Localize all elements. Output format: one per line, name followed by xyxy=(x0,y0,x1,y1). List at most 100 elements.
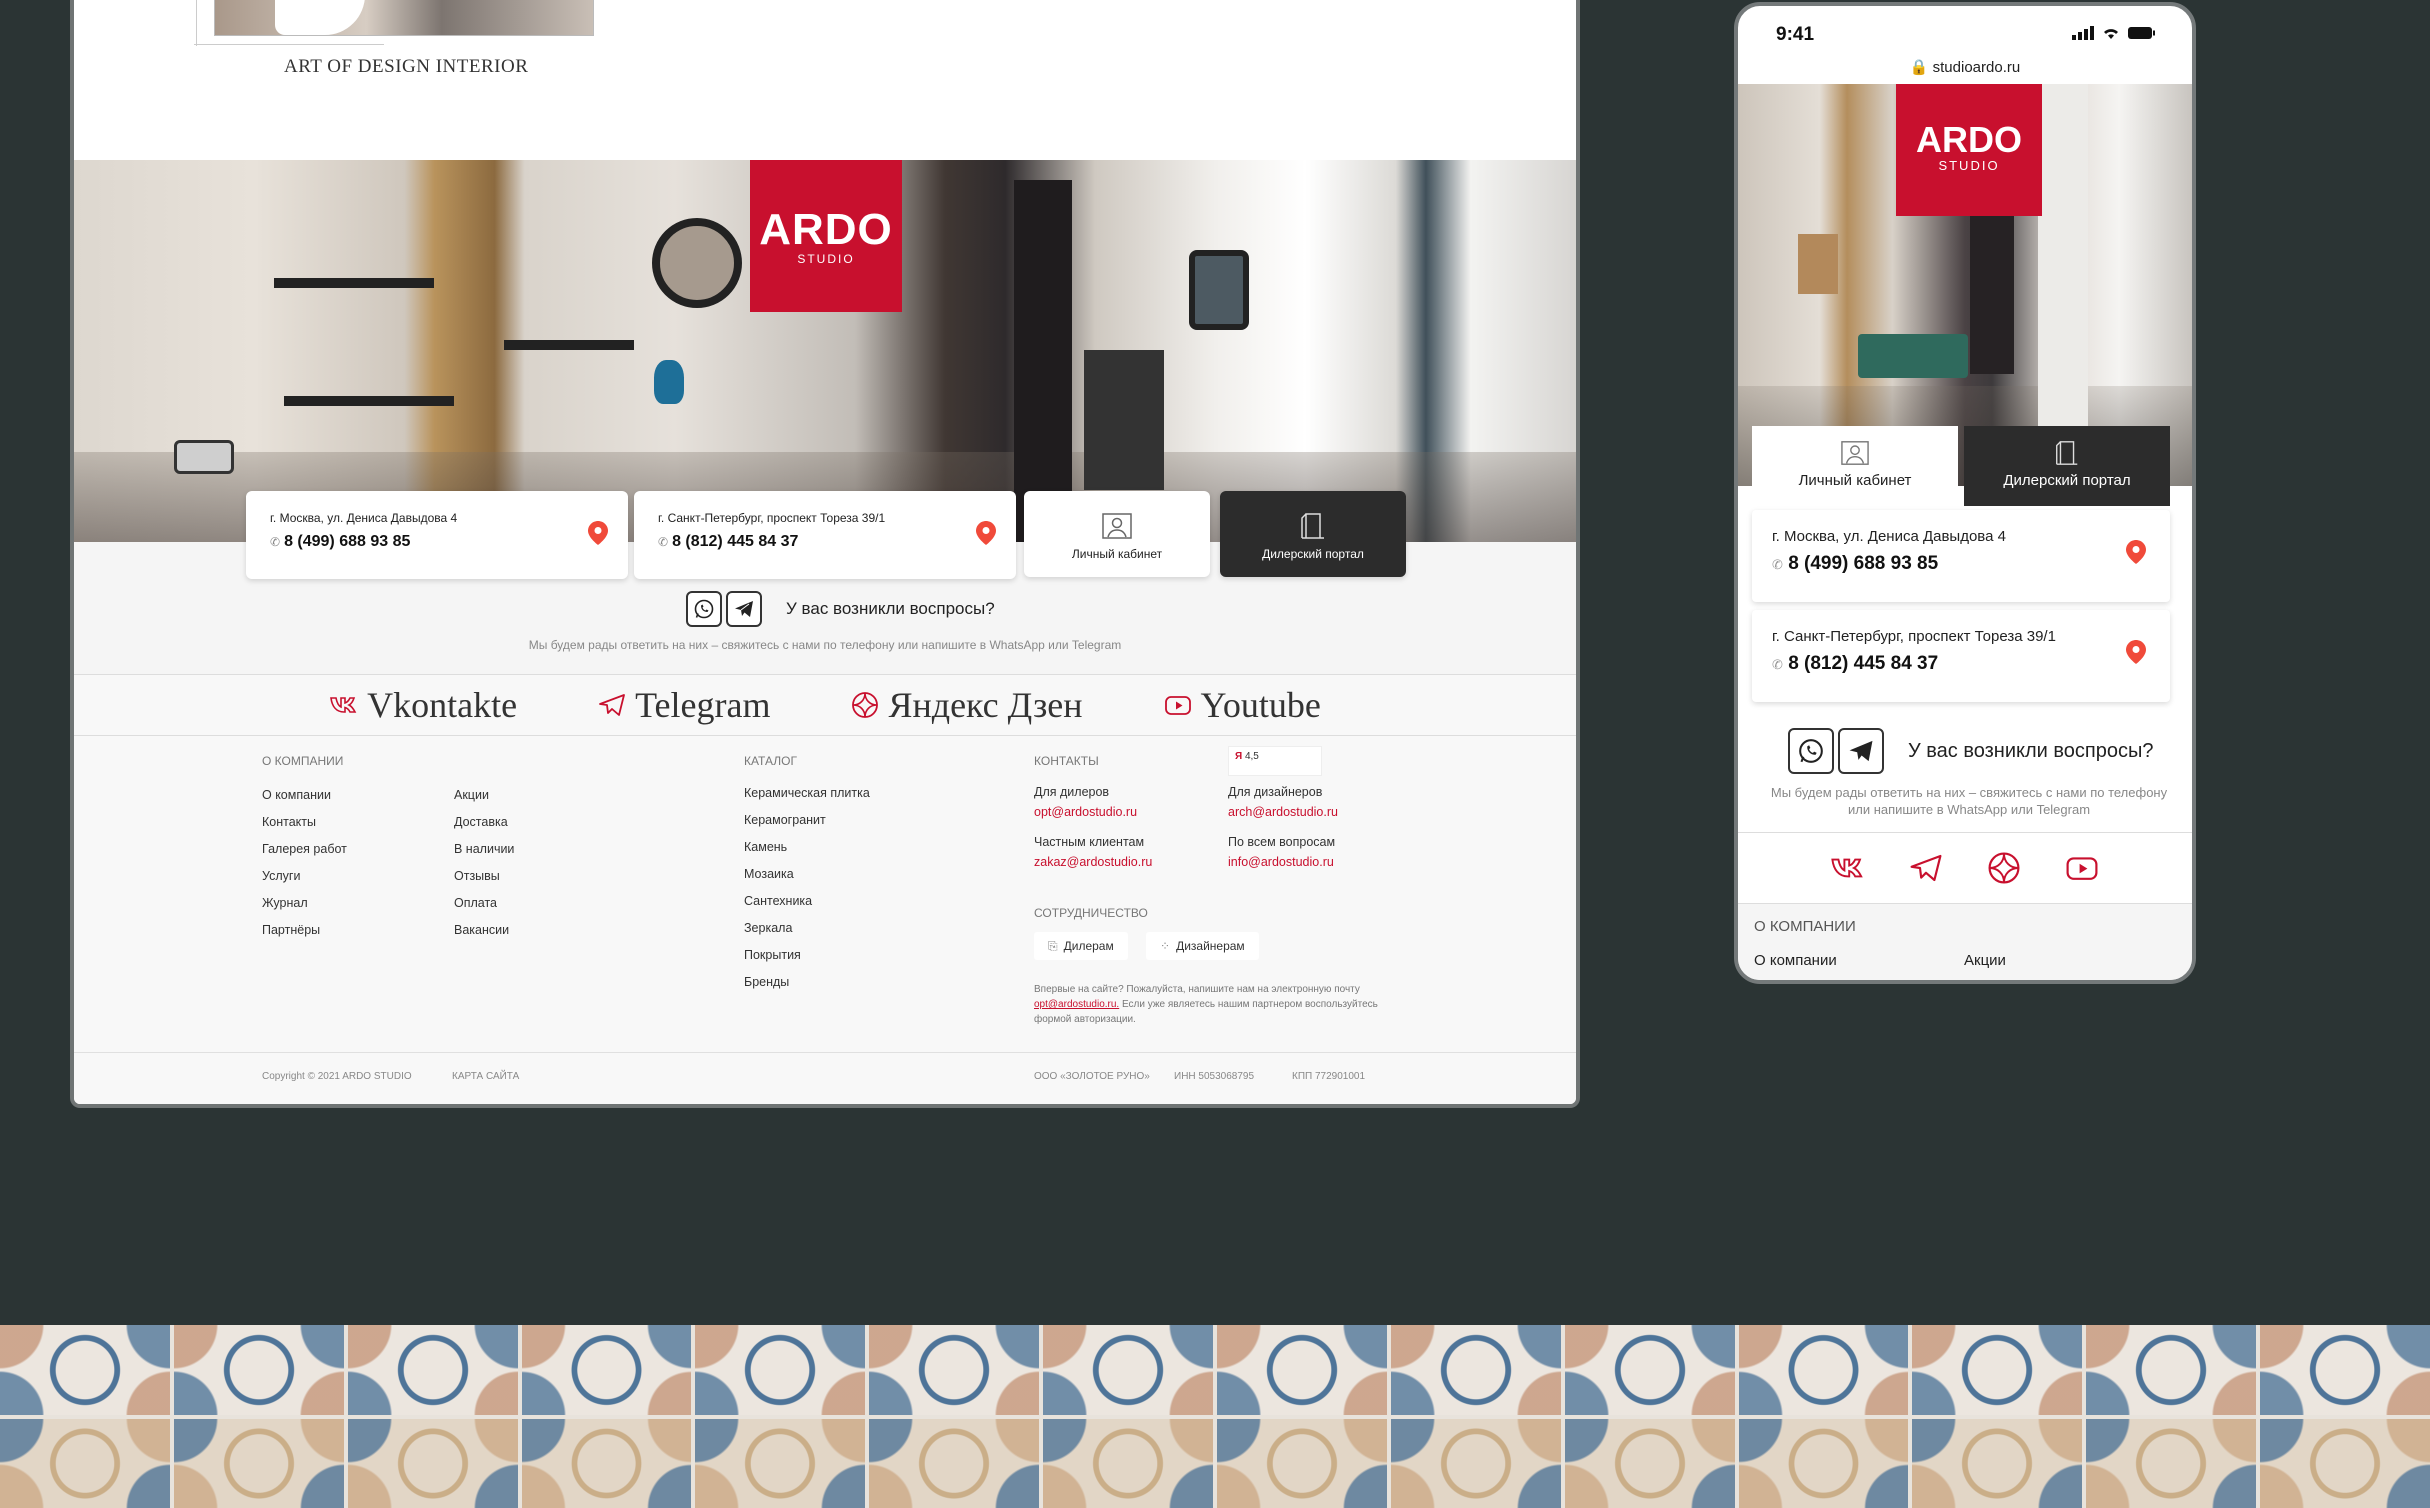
whatsapp-button[interactable] xyxy=(1788,728,1834,774)
partner-note: Впервые на сайте? Пожалуйста, напишите н… xyxy=(1034,984,1378,1025)
dealers-email[interactable]: opt@ardostudio.ru xyxy=(1034,802,1137,822)
telegram-button[interactable] xyxy=(726,591,762,627)
zen-icon xyxy=(852,692,879,718)
footer-link[interactable]: Галерея работ xyxy=(262,836,347,863)
address-bar[interactable]: 🔒 studioardo.ru xyxy=(1738,58,2192,76)
footer-link[interactable]: Оплата xyxy=(454,890,514,917)
whatsapp-icon xyxy=(1799,739,1823,763)
footer-link[interactable]: Керамогранит xyxy=(744,807,870,834)
dealer-portal-button[interactable]: Дилерский портал xyxy=(1220,491,1406,577)
ardo-logo[interactable]: ARDO STUDIO xyxy=(750,160,902,312)
telegram-button[interactable] xyxy=(1838,728,1884,774)
footer-bottom: Copyright © 2021 ARDO STUDIO КАРТА САЙТА… xyxy=(74,1052,1576,1104)
dealer-portal-label: Дилерский портал xyxy=(1262,547,1364,561)
moscow-contact-card: г. Москва, ул. Дениса Давыдова 4 ✆ 8 (499… xyxy=(246,491,628,579)
footer-link[interactable]: Доставка xyxy=(454,809,514,836)
question-title: У вас возникли воспросы? xyxy=(786,599,995,618)
moscow-contact-card: г. Москва, ул. Дениса Давыдова 4 ✆ 8 (49… xyxy=(1752,510,2170,602)
phone-icon: ✆ xyxy=(1772,657,1783,672)
wifi-icon xyxy=(2104,29,2118,39)
footer-link[interactable]: О компании xyxy=(1754,952,1837,969)
spb-phone[interactable]: 8 (812) 445 84 37 xyxy=(672,533,798,550)
mobile-social-links xyxy=(1738,832,2192,904)
phone-icon: ✆ xyxy=(658,535,669,549)
phone-icon: ✆ xyxy=(270,535,281,549)
footer-catalog-title: КАТАЛОГ xyxy=(744,754,797,768)
whatsapp-icon xyxy=(694,599,714,619)
telegram-icon xyxy=(599,694,625,716)
map-pin-icon[interactable] xyxy=(976,521,996,545)
footer-link[interactable]: Покрытия xyxy=(744,942,870,969)
private-email[interactable]: zakaz@ardostudio.ru xyxy=(1034,852,1152,872)
status-bar: 9:41 xyxy=(1738,6,2192,58)
map-pin-icon[interactable] xyxy=(588,521,608,545)
footer-company-title: О КОМПАНИИ xyxy=(262,754,344,768)
footer-link[interactable]: Вакансии xyxy=(454,917,514,944)
sitemap-link[interactable]: КАРТА САЙТА xyxy=(452,1071,519,1082)
footer-company-title: О КОМПАНИИ xyxy=(1754,918,1856,935)
vk-icon xyxy=(330,697,357,713)
footer-link[interactable]: Партнёры xyxy=(262,917,347,944)
youtube-icon[interactable] xyxy=(2064,850,2100,886)
personal-cabinet-button[interactable]: Личный кабинет xyxy=(1024,491,1210,577)
whatsapp-button[interactable] xyxy=(686,591,722,627)
question-block: У вас возникли воспросы? xyxy=(686,590,995,628)
map-pin-icon[interactable] xyxy=(2126,540,2146,564)
kpp: КПП 772901001 xyxy=(1292,1071,1366,1082)
footer-company-links-1: О компании Контакты Галерея работ Услуги… xyxy=(262,782,347,944)
moscow-phone[interactable]: 8 (499) 688 93 85 xyxy=(284,533,410,550)
footer-link[interactable]: Журнал xyxy=(262,890,347,917)
user-icon xyxy=(1841,441,1869,465)
partner-email[interactable]: opt@ardostudio.ru. xyxy=(1034,999,1119,1010)
footer-link[interactable]: Сантехника xyxy=(744,888,870,915)
ardo-logo[interactable]: ARDO STUDIO xyxy=(1896,84,2042,216)
footer-link[interactable]: Услуги xyxy=(262,863,347,890)
user-icon xyxy=(1102,513,1132,539)
battery-icon xyxy=(2128,27,2155,39)
map-pin-icon[interactable] xyxy=(2126,640,2146,664)
dealer-portal-button[interactable]: Дилерский портал xyxy=(1964,426,2170,506)
copyright: Copyright © 2021 ARDO STUDIO xyxy=(262,1071,412,1082)
footer-link[interactable]: Керамическая плитка xyxy=(744,780,870,807)
youtube-icon xyxy=(1164,696,1191,715)
footer-dealers: Для дилеров opt@ardostudio.ru xyxy=(1034,782,1137,822)
moscow-phone[interactable]: 8 (499) 688 93 85 xyxy=(1788,553,1938,574)
spb-contact-card: г. Санкт-Петербург, проспект Тореза 39/1… xyxy=(634,491,1016,579)
spb-phone[interactable]: 8 (812) 445 84 37 xyxy=(1788,653,1938,674)
telegram-icon[interactable] xyxy=(1908,850,1944,886)
footer: О КОМПАНИИ О компании Контакты Галерея р… xyxy=(74,736,1576,1054)
footer-link[interactable]: В наличии xyxy=(454,836,514,863)
coop-dealers-button[interactable]: ⎘ Дилерам xyxy=(1034,932,1128,960)
personal-cabinet-label: Личный кабинет xyxy=(1071,547,1163,561)
question-title: У вас возникли воспросы? xyxy=(1908,739,2154,762)
zen-icon[interactable] xyxy=(1986,850,2022,886)
yandex-rating-badge[interactable]: Я 4,5 xyxy=(1228,746,1322,776)
footer-link[interactable]: Бренды xyxy=(744,969,870,996)
footer-link[interactable]: Отзывы xyxy=(454,863,514,890)
footer-link[interactable]: Мозаика xyxy=(744,861,870,888)
social-vkontakte[interactable]: Vkontakte xyxy=(329,684,517,726)
footer-coop-title: СОТРУДНИЧЕСТВО xyxy=(1034,906,1148,920)
telegram-icon xyxy=(1849,740,1873,762)
question-subtitle: Мы будем рады ответить на них – свяжитес… xyxy=(1770,785,2168,817)
footer-link[interactable]: Камень xyxy=(744,834,870,861)
footer-link[interactable]: Акции xyxy=(454,782,514,809)
coop-designers-button[interactable]: ⁘ Дизайнерам xyxy=(1146,932,1259,960)
social-telegram[interactable]: Telegram xyxy=(597,684,770,726)
info-email[interactable]: info@ardostudio.ru xyxy=(1228,852,1335,872)
designers-email[interactable]: arch@ardostudio.ru xyxy=(1228,802,1338,822)
social-zen[interactable]: Яндекс Дзен xyxy=(850,684,1083,726)
telegram-icon xyxy=(735,601,753,617)
brand-tagline: ART OF DESIGN INTERIOR xyxy=(284,56,529,77)
question-block: У вас возникли воспросы? xyxy=(1788,728,2154,774)
footer-link[interactable]: Акции xyxy=(1964,952,2006,969)
footer-link[interactable]: Контакты xyxy=(262,809,347,836)
personal-cabinet-button[interactable]: Личный кабинет xyxy=(1752,426,1958,506)
desktop-frame: ART OF DESIGN INTERIOR ARDO STUDIO г. Мо… xyxy=(70,0,1580,1108)
social-youtube[interactable]: Youtube xyxy=(1163,684,1321,726)
footer-link[interactable]: Зеркала xyxy=(744,915,870,942)
vk-icon[interactable] xyxy=(1830,850,1866,886)
footer-link[interactable]: О компании xyxy=(262,782,347,809)
footer-all: По всем вопросам info@ardostudio.ru xyxy=(1228,832,1335,872)
social-links: Vkontakte Telegram Яндекс Дзен Youtube xyxy=(74,674,1576,736)
